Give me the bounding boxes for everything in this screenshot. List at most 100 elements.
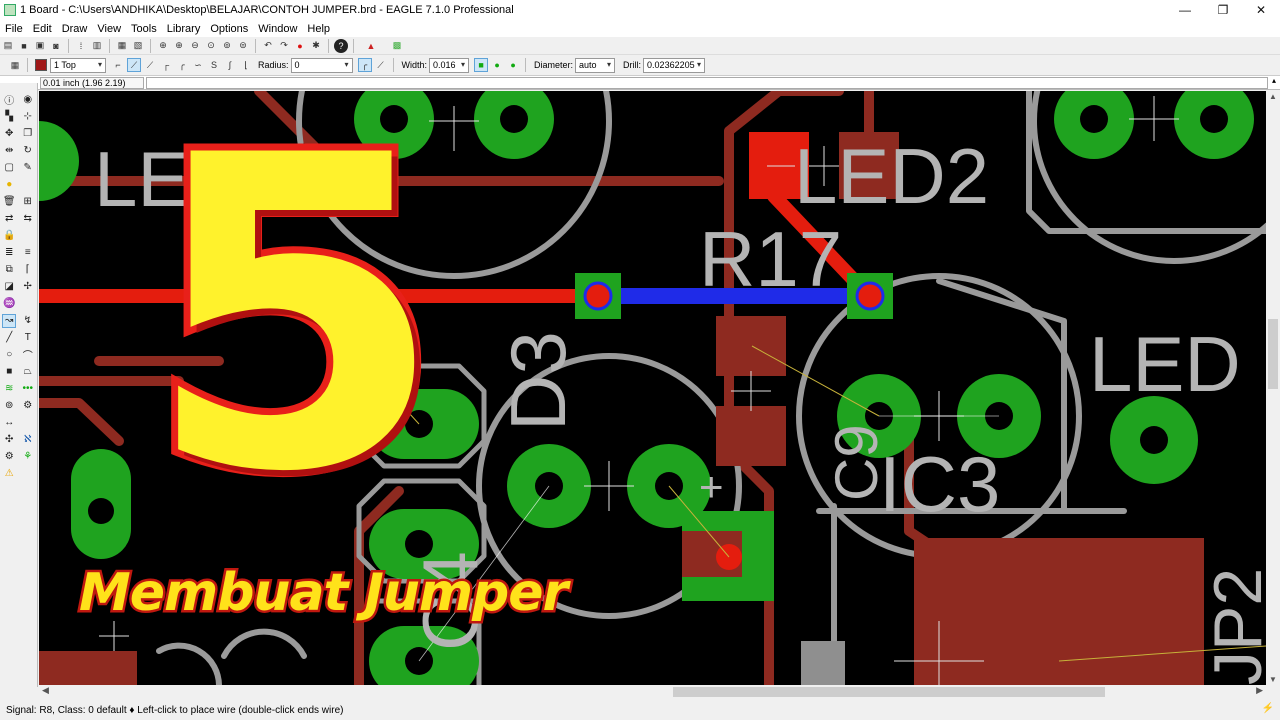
via-icon[interactable]: ≋ bbox=[2, 382, 16, 396]
scroll-up-icon[interactable]: ▲ bbox=[1266, 92, 1280, 101]
redraw-icon[interactable]: ⊙ bbox=[204, 39, 218, 53]
group-icon[interactable]: ▢ bbox=[2, 161, 16, 175]
display-icon[interactable]: ▚ bbox=[2, 110, 16, 124]
open-icon[interactable]: ▤ bbox=[1, 39, 15, 53]
bend-style-1-icon[interactable]: ⟋ bbox=[127, 58, 141, 72]
rect-icon[interactable]: ■ bbox=[2, 365, 16, 379]
pinswap-icon[interactable]: ⇄ bbox=[2, 212, 16, 226]
paste-icon[interactable]: ● bbox=[2, 178, 16, 192]
bend-style-8-icon[interactable]: ⌊ bbox=[239, 58, 253, 72]
help-icon[interactable]: ? bbox=[334, 38, 348, 53]
attribute-icon[interactable]: ⚙ bbox=[21, 399, 35, 413]
schematic-icon[interactable]: ▧ bbox=[131, 39, 145, 53]
menu-library[interactable]: Library bbox=[162, 23, 206, 35]
zoom-fit-icon[interactable]: ⊕ bbox=[156, 39, 170, 53]
stop-icon[interactable]: ● bbox=[293, 39, 307, 53]
lock-icon[interactable]: 🔒 bbox=[2, 229, 16, 243]
ratsnest-icon[interactable]: ✣ bbox=[2, 433, 16, 447]
menu-help[interactable]: Help bbox=[302, 23, 335, 35]
change-icon[interactable]: ✎ bbox=[21, 161, 35, 175]
erc-icon[interactable]: ⚘ bbox=[21, 450, 35, 464]
pcb-quote-icon[interactable]: ▩ bbox=[385, 39, 409, 53]
zoom-last-icon[interactable]: ⊜ bbox=[236, 39, 250, 53]
vertical-scrollbar[interactable]: ▲ ▼ bbox=[1266, 91, 1280, 685]
autorouter-icon[interactable]: ℵ bbox=[21, 433, 35, 447]
scroll-left-icon[interactable]: ◀ bbox=[42, 685, 49, 696]
print-icon[interactable]: ▣ bbox=[33, 39, 47, 53]
delete-icon[interactable]: 🗑 bbox=[2, 195, 16, 209]
add-icon[interactable]: ⊞ bbox=[21, 195, 35, 209]
menu-view[interactable]: View bbox=[92, 23, 126, 35]
drill-select[interactable]: 0.02362205 ▾ bbox=[643, 57, 706, 73]
bend-style-5-icon[interactable]: ∽ bbox=[191, 58, 205, 72]
name-icon[interactable]: ≣ bbox=[2, 246, 16, 260]
drc-icon[interactable]: ⚙ bbox=[2, 450, 16, 464]
hole-icon[interactable]: ⊚ bbox=[2, 399, 16, 413]
menu-draw[interactable]: Draw bbox=[57, 23, 93, 35]
miter-straight-icon[interactable]: ⟋ bbox=[374, 58, 388, 72]
command-input[interactable] bbox=[146, 77, 1268, 89]
route-icon[interactable]: ↝ bbox=[2, 313, 17, 328]
replace-icon[interactable]: ⇆ bbox=[21, 212, 35, 226]
width-select[interactable]: 0.016 ▾ bbox=[429, 57, 470, 73]
value-icon[interactable]: ≡ bbox=[21, 246, 35, 260]
cam-icon[interactable]: ◙ bbox=[49, 39, 63, 53]
miter-icon[interactable]: ⌈ bbox=[21, 263, 35, 277]
text-icon[interactable]: T bbox=[21, 331, 35, 345]
bend-style-2-icon[interactable]: ⟋ bbox=[143, 58, 157, 72]
scroll-down-icon[interactable]: ▼ bbox=[1266, 675, 1280, 684]
bend-style-6-icon[interactable]: S bbox=[207, 58, 221, 72]
menu-window[interactable]: Window bbox=[253, 23, 302, 35]
wire-icon[interactable]: ╱ bbox=[2, 331, 16, 345]
optimize-icon[interactable]: ✢ bbox=[21, 280, 35, 294]
board-icon[interactable]: ▦ bbox=[115, 39, 129, 53]
mark-icon[interactable]: ⊹ bbox=[21, 110, 35, 124]
minimize-button[interactable]: — bbox=[1166, 0, 1204, 20]
grid-icon[interactable]: ▦ bbox=[8, 58, 22, 72]
script-icon[interactable]: ⁞ bbox=[74, 39, 88, 53]
arc-icon[interactable]: ⌒ bbox=[21, 348, 35, 362]
diameter-select[interactable]: auto ▾ bbox=[575, 57, 616, 73]
split-icon[interactable]: ◪ bbox=[2, 280, 16, 294]
menu-tools[interactable]: Tools bbox=[126, 23, 162, 35]
command-scroll-arrow[interactable]: ▴ bbox=[1268, 76, 1280, 90]
mirror-icon[interactable]: ⇹ bbox=[2, 144, 16, 158]
radius-select[interactable]: 0 ▾ bbox=[290, 57, 353, 73]
ulp-icon[interactable]: ▥ bbox=[90, 39, 104, 53]
menu-options[interactable]: Options bbox=[205, 23, 253, 35]
redo-icon[interactable]: ↷ bbox=[277, 39, 291, 53]
show-icon[interactable]: ◉ bbox=[21, 93, 35, 107]
board-canvas[interactable]: LED1 LED2 R17 LED IC3 + D3 C4 C9 JP2 5 M… bbox=[39, 91, 1266, 685]
undo-icon[interactable]: ↶ bbox=[261, 39, 275, 53]
cut-icon[interactable] bbox=[21, 178, 35, 192]
bend-style-4-icon[interactable]: ╭ bbox=[175, 58, 189, 72]
bend-style-3-icon[interactable]: ┌ bbox=[159, 58, 173, 72]
copy-icon[interactable]: ❐ bbox=[21, 127, 35, 141]
circle-icon[interactable]: ○ bbox=[2, 348, 16, 362]
close-button[interactable]: ✕ bbox=[1242, 0, 1280, 20]
vertical-scroll-thumb[interactable] bbox=[1268, 319, 1278, 389]
horizontal-scrollbar[interactable]: ◀ ▶ bbox=[39, 685, 1266, 699]
rotate-icon[interactable]: ↻ bbox=[21, 144, 35, 158]
polygon-icon[interactable]: ⏢ bbox=[21, 365, 35, 379]
info-icon[interactable]: ⓘ bbox=[2, 93, 16, 107]
save-icon[interactable]: ■ bbox=[17, 39, 31, 53]
via-octagon-icon[interactable]: ● bbox=[506, 58, 520, 72]
layer-select[interactable]: 1 Top ▾ bbox=[50, 57, 106, 73]
ripup-icon[interactable]: ↯ bbox=[21, 314, 35, 328]
horizontal-scroll-thumb[interactable] bbox=[673, 687, 1105, 697]
via-square-icon[interactable]: ■ bbox=[474, 58, 489, 72]
smash-icon[interactable]: ⧉ bbox=[2, 263, 16, 277]
zoom-out-icon[interactable]: ⊖ bbox=[188, 39, 202, 53]
signal-icon[interactable]: ••• bbox=[21, 382, 35, 396]
scroll-right-icon[interactable]: ▶ bbox=[1256, 685, 1263, 696]
miter-round-icon[interactable]: ╭ bbox=[357, 58, 372, 72]
warning-icon[interactable]: ⚠ bbox=[2, 467, 16, 481]
zoom-select-icon[interactable]: ⊚ bbox=[220, 39, 234, 53]
maximize-button[interactable]: ❐ bbox=[1204, 0, 1242, 20]
move-icon[interactable]: ✥ bbox=[2, 127, 16, 141]
zoom-in-icon[interactable]: ⊕ bbox=[172, 39, 186, 53]
bend-style-0-icon[interactable]: ⌐ bbox=[111, 58, 125, 72]
via-round-icon[interactable]: ● bbox=[490, 58, 504, 72]
menu-file[interactable]: File bbox=[0, 23, 28, 35]
